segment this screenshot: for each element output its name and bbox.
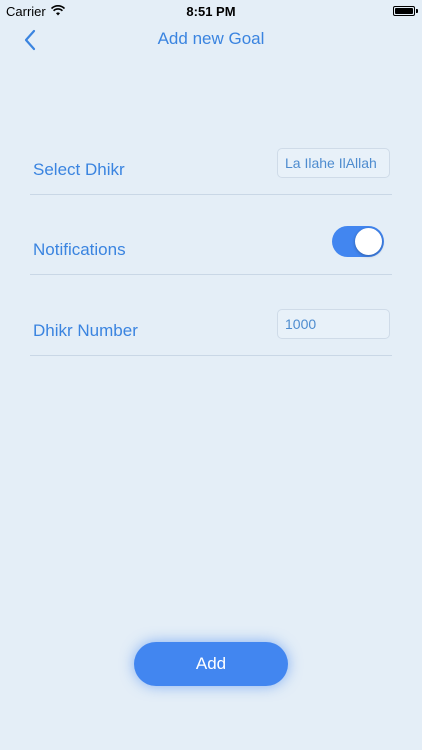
select-dhikr-row[interactable]: Select Dhikr [30,148,392,195]
status-time: 8:51 PM [186,4,236,19]
page-title: Add new Goal [157,29,265,48]
notifications-row: Notifications [30,226,392,275]
dhikr-field[interactable] [277,148,390,178]
select-dhikr-label: Select Dhikr [33,160,125,179]
dhikr-number-field[interactable] [277,309,390,339]
add-button[interactable]: Add [134,642,288,686]
notifications-label: Notifications [33,240,126,259]
status-bar: Carrier 8:51 PM [0,0,422,22]
battery-icon [393,6,418,16]
dhikr-number-label: Dhikr Number [33,321,138,340]
dhikr-number-row: Dhikr Number [30,309,392,356]
toggle-knob [355,228,382,255]
notifications-toggle[interactable] [332,226,384,257]
